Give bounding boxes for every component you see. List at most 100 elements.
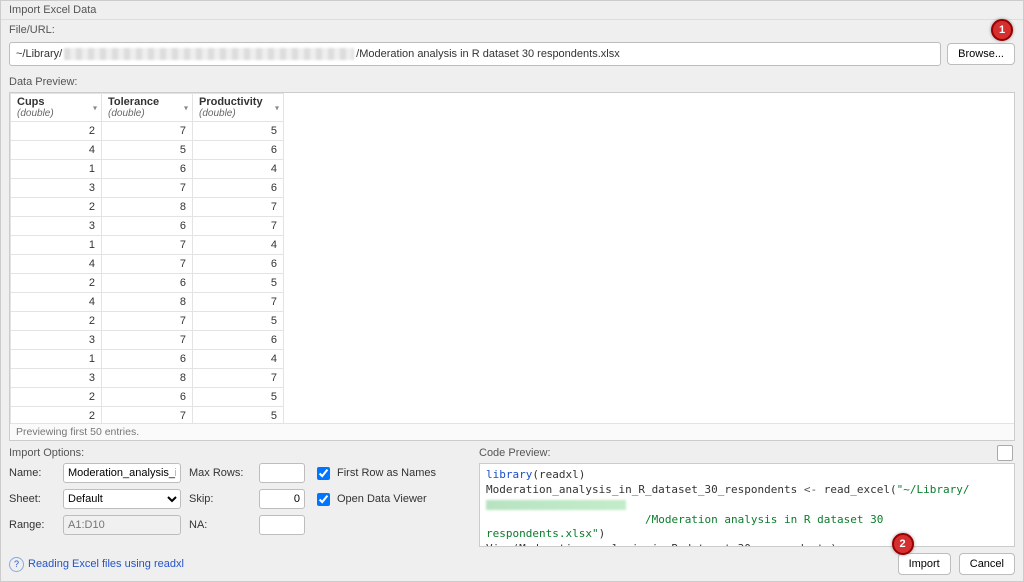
table-cell: 7 xyxy=(102,407,193,424)
sheet-select[interactable]: Default xyxy=(63,489,181,509)
import-button[interactable]: Import xyxy=(898,553,951,575)
table-cell: 6 xyxy=(102,217,193,236)
skip-label: Skip: xyxy=(189,493,251,505)
code-preview-text[interactable]: library(readxl) Moderation_analysis_in_R… xyxy=(479,463,1015,547)
chevron-down-icon[interactable]: ▾ xyxy=(184,103,188,112)
copy-code-icon[interactable] xyxy=(997,445,1013,461)
data-preview-panel: Cups(double)▾Tolerance(double)▾Productiv… xyxy=(9,92,1015,441)
first-row-checkbox-row[interactable]: First Row as Names xyxy=(313,464,469,483)
data-preview-label: Data Preview: xyxy=(1,72,1023,92)
table-cell: 7 xyxy=(102,312,193,331)
table-cell: 4 xyxy=(11,293,102,312)
table-cell: 6 xyxy=(102,160,193,179)
cancel-button[interactable]: Cancel xyxy=(959,553,1015,575)
table-row: 487 xyxy=(11,293,284,312)
table-cell: 4 xyxy=(193,160,284,179)
table-cell: 6 xyxy=(193,179,284,198)
na-input[interactable] xyxy=(259,515,305,535)
code-path-redacted xyxy=(486,500,626,510)
table-row: 456 xyxy=(11,141,284,160)
table-row: 287 xyxy=(11,198,284,217)
skip-input[interactable] xyxy=(259,489,305,509)
code-preview-panel: Code Preview: library(readxl) Moderation… xyxy=(479,447,1015,547)
file-path-suffix: /Moderation analysis in R dataset 30 res… xyxy=(356,48,620,60)
table-cell: 7 xyxy=(102,255,193,274)
table-cell: 3 xyxy=(11,331,102,350)
table-cell: 2 xyxy=(11,407,102,424)
table-cell: 5 xyxy=(193,274,284,293)
table-cell: 3 xyxy=(11,369,102,388)
table-row: 164 xyxy=(11,160,284,179)
table-cell: 2 xyxy=(11,388,102,407)
table-cell: 7 xyxy=(193,198,284,217)
import-dialog: Import Excel Data File/URL: ~/Library/ /… xyxy=(0,0,1024,582)
table-cell: 7 xyxy=(102,122,193,141)
name-input[interactable] xyxy=(63,463,181,483)
callout-1: 1 xyxy=(991,19,1013,41)
table-cell: 6 xyxy=(193,141,284,160)
help-link[interactable]: ? Reading Excel files using readxl xyxy=(9,557,184,572)
table-cell: 6 xyxy=(193,331,284,350)
table-cell: 6 xyxy=(193,255,284,274)
chevron-down-icon[interactable]: ▾ xyxy=(93,103,97,112)
data-preview-table-scroll[interactable]: Cups(double)▾Tolerance(double)▾Productiv… xyxy=(10,93,1014,423)
help-link-text: Reading Excel files using readxl xyxy=(28,558,184,570)
table-cell: 8 xyxy=(102,369,193,388)
table-row: 367 xyxy=(11,217,284,236)
table-cell: 1 xyxy=(11,236,102,255)
import-options-panel: Import Options: Name: Max Rows: First Ro… xyxy=(9,447,469,547)
open-viewer-label: Open Data Viewer xyxy=(337,493,427,505)
callout-2: 2 xyxy=(892,533,914,555)
table-cell: 5 xyxy=(193,312,284,331)
table-row: 275 xyxy=(11,407,284,424)
table-cell: 4 xyxy=(11,141,102,160)
range-input[interactable] xyxy=(63,515,181,535)
open-viewer-checkbox-row[interactable]: Open Data Viewer xyxy=(313,490,469,509)
preview-footer-text: Previewing first 50 entries. xyxy=(10,423,1014,440)
range-label: Range: xyxy=(9,519,55,531)
table-cell: 6 xyxy=(102,388,193,407)
table-cell: 5 xyxy=(193,122,284,141)
table-row: 164 xyxy=(11,350,284,369)
import-options-label: Import Options: xyxy=(9,447,469,459)
column-header[interactable]: Productivity(double)▾ xyxy=(193,94,284,122)
table-cell: 8 xyxy=(102,293,193,312)
file-url-input[interactable]: ~/Library/ /Moderation analysis in R dat… xyxy=(9,42,941,66)
help-icon: ? xyxy=(9,557,24,572)
maxrows-label: Max Rows: xyxy=(189,467,251,479)
table-row: 174 xyxy=(11,236,284,255)
table-cell: 7 xyxy=(102,179,193,198)
table-cell: 3 xyxy=(11,217,102,236)
file-path-redacted xyxy=(64,48,354,60)
table-cell: 7 xyxy=(193,293,284,312)
table-cell: 7 xyxy=(193,369,284,388)
table-cell: 6 xyxy=(102,274,193,293)
table-row: 265 xyxy=(11,388,284,407)
table-cell: 1 xyxy=(11,160,102,179)
first-row-label: First Row as Names xyxy=(337,467,436,479)
table-cell: 3 xyxy=(11,179,102,198)
table-cell: 2 xyxy=(11,122,102,141)
table-row: 265 xyxy=(11,274,284,293)
table-row: 275 xyxy=(11,312,284,331)
table-cell: 8 xyxy=(102,198,193,217)
open-viewer-checkbox[interactable] xyxy=(317,493,330,506)
first-row-checkbox[interactable] xyxy=(317,467,330,480)
table-row: 376 xyxy=(11,179,284,198)
data-preview-table: Cups(double)▾Tolerance(double)▾Productiv… xyxy=(10,93,284,423)
table-cell: 6 xyxy=(102,350,193,369)
window-title: Import Excel Data xyxy=(1,1,1023,20)
chevron-down-icon[interactable]: ▾ xyxy=(275,103,279,112)
code-preview-label: Code Preview: xyxy=(479,447,551,459)
table-row: 376 xyxy=(11,331,284,350)
table-row: 476 xyxy=(11,255,284,274)
maxrows-input[interactable] xyxy=(259,463,305,483)
table-row: 387 xyxy=(11,369,284,388)
browse-button[interactable]: Browse... xyxy=(947,43,1015,65)
table-cell: 5 xyxy=(102,141,193,160)
table-cell: 5 xyxy=(193,407,284,424)
column-header[interactable]: Tolerance(double)▾ xyxy=(102,94,193,122)
file-path-prefix: ~/Library/ xyxy=(16,48,62,60)
table-cell: 5 xyxy=(193,388,284,407)
column-header[interactable]: Cups(double)▾ xyxy=(11,94,102,122)
